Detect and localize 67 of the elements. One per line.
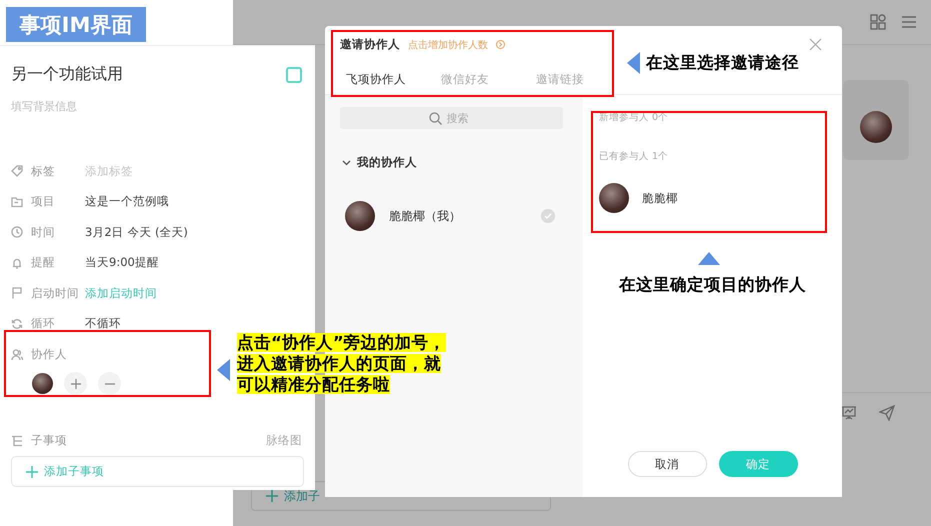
arrow-circle-icon <box>496 40 505 49</box>
menu-icon[interactable] <box>901 15 917 29</box>
existing-participants-count: 已有参与人 1个 <box>599 150 670 163</box>
annotation-text: 点击“协作人”旁边的加号， 进入邀请协作人的页面，就 可以精准分配任务啦 <box>237 332 446 395</box>
search-icon <box>428 112 442 124</box>
flag-icon <box>11 287 23 300</box>
field-label: 提醒 <box>31 255 56 270</box>
add-subtask-button[interactable]: 添加子事项 <box>11 456 304 487</box>
avatar <box>860 111 892 143</box>
annotation-text: 在这里选择邀请途径 <box>646 52 799 74</box>
dialog-title: 邀请协作人 <box>340 37 400 52</box>
minus-icon <box>104 382 114 384</box>
field-value[interactable]: 3月2日 今天 (全天) <box>85 224 188 240</box>
pointer-triangle <box>627 52 640 74</box>
background-info-placeholder[interactable]: 填写背景信息 <box>11 99 304 114</box>
presentation-icon[interactable] <box>841 404 857 420</box>
bell-icon <box>11 256 23 269</box>
plus-icon <box>70 378 80 388</box>
member-checkbox[interactable] <box>541 209 555 223</box>
tag-icon <box>11 165 23 178</box>
refresh-icon <box>11 318 23 330</box>
field-label: 项目 <box>31 194 56 210</box>
complete-checkbox[interactable] <box>286 66 302 82</box>
subtasks-label: 子事项 <box>31 433 67 448</box>
invite-tab[interactable]: 邀请链接 <box>536 72 631 87</box>
field-label: 循环 <box>31 316 56 332</box>
add-collaborators-link[interactable]: 点击增加协作人数 <box>408 38 488 52</box>
collaborators-label: 协作人 <box>31 347 67 362</box>
confirm-button[interactable]: 确定 <box>718 451 798 477</box>
clock-icon <box>11 226 23 238</box>
field-label: 时间 <box>31 224 56 240</box>
close-button[interactable] <box>809 38 822 51</box>
field-value[interactable]: 这是一个范例哦 <box>85 194 169 210</box>
button-label: 添加子 <box>284 488 320 504</box>
chevron-icon <box>342 160 351 166</box>
field-value[interactable]: 添加启动时间 <box>85 286 157 301</box>
member-name: 脆脆椰（我） <box>389 208 462 224</box>
pointer-triangle <box>217 359 230 381</box>
field-value[interactable]: 添加标签 <box>85 164 133 179</box>
annotation-text: 在这里确定项目的协作人 <box>619 274 806 296</box>
invite-tab[interactable]: 飞项协作人 <box>346 72 441 87</box>
folder-icon <box>11 196 23 208</box>
close-icon <box>809 38 822 51</box>
participant-name: 脆脆椰 <box>642 190 678 206</box>
avatar <box>345 201 375 231</box>
task-title: 另一个功能试用 <box>11 64 123 85</box>
title-badge: 事项IM界面 <box>6 7 146 42</box>
plus-icon <box>266 490 278 502</box>
mindmap-link[interactable]: 脉络图 <box>266 433 302 448</box>
add-collaborator-button[interactable] <box>64 372 87 395</box>
collaborator-group-toggle[interactable]: 我的协作人 <box>340 155 563 170</box>
people-icon <box>11 348 23 360</box>
avatar <box>599 183 629 213</box>
check-icon <box>544 213 552 219</box>
subtask-icon <box>11 434 23 446</box>
field-label: 标签 <box>31 164 56 179</box>
field-label: 启动时间 <box>31 286 80 301</box>
field-value[interactable]: 不循环 <box>85 316 121 332</box>
grid-icon[interactable] <box>869 13 887 31</box>
invite-tab[interactable]: 微信好友 <box>441 72 536 87</box>
field-value[interactable]: 当天9:00提醒 <box>85 255 159 270</box>
avatar <box>32 373 53 394</box>
pointer-triangle <box>698 252 720 265</box>
send-icon[interactable] <box>879 404 895 420</box>
cancel-button[interactable]: 取消 <box>628 451 706 477</box>
plus-icon <box>26 466 38 478</box>
search-field[interactable]: 搜索 <box>446 112 474 124</box>
